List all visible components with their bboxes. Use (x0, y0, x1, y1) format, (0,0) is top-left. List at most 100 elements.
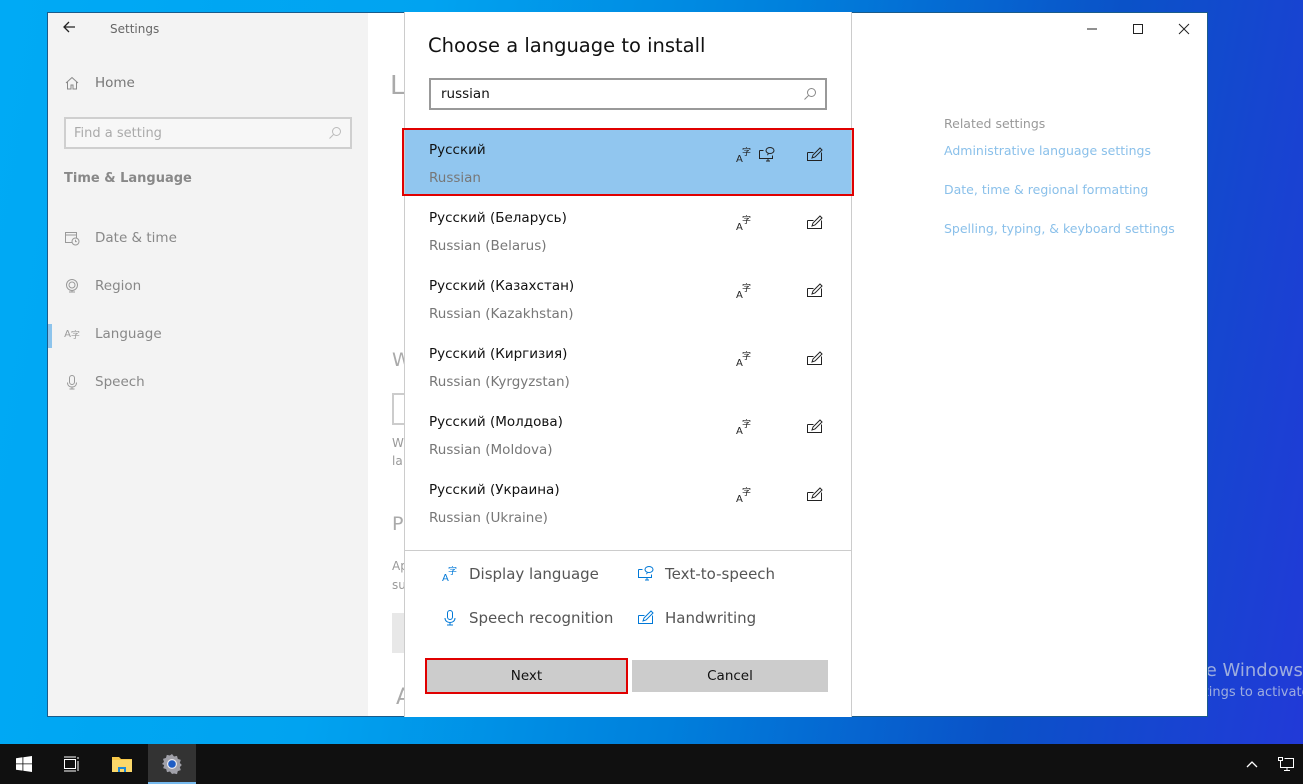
legend-display-language: A字 Display language (441, 565, 599, 583)
file-explorer-button[interactable] (98, 744, 146, 784)
dialog-title: Choose a language to install (428, 34, 706, 57)
handwriting-icon (806, 350, 824, 368)
minimize-icon (1087, 28, 1097, 29)
language-list-item[interactable]: Русский (Молдова) Russian (Moldova) A 字 (405, 400, 851, 468)
sidebar-item-speech[interactable]: Speech (48, 367, 368, 397)
find-setting-box[interactable] (64, 117, 352, 149)
handwriting-icon (638, 610, 654, 624)
legend-text-to-speech: Text-to-speech (637, 565, 775, 583)
svg-text:字: 字 (448, 565, 457, 577)
home-icon (65, 76, 79, 90)
sidebar-item-language[interactable]: A字 Language (48, 319, 368, 349)
display-language-icon: A字 (735, 146, 753, 165)
globe-icon (64, 278, 80, 294)
home-label: Home (95, 75, 135, 91)
language-english-name: Russian (Moldova) (429, 442, 553, 458)
language-list-item[interactable]: Русский (Казахстан) Russian (Kazakhstan) A… (405, 264, 851, 332)
next-button[interactable]: Next (425, 658, 628, 694)
sidebar-item-label: Date & time (95, 230, 177, 246)
network-icon (1278, 757, 1294, 771)
language-list-item[interactable]: Русский (Украина) Russian (Ukraine) A 字 (405, 468, 851, 536)
minimize-button[interactable] (1069, 13, 1115, 44)
svg-text:字: 字 (742, 282, 751, 294)
date-time-regional-link[interactable]: Date, time & regional formatting (944, 182, 1148, 197)
sidebar-item-label: Language (95, 326, 162, 342)
display-language-icon: A字 (735, 486, 753, 505)
text-to-speech-icon (758, 146, 776, 164)
svg-text:字: 字 (742, 486, 751, 498)
language-english-name: Russian (Kazakhstan) (429, 306, 574, 322)
legend-label: Speech recognition (469, 609, 614, 627)
handwriting-icon (806, 146, 824, 164)
task-view-icon (64, 756, 79, 772)
legend-label: Display language (469, 565, 599, 583)
find-setting-input[interactable] (74, 125, 328, 141)
language-icon: A字 (64, 328, 80, 341)
handwriting-icon (806, 486, 824, 504)
section-title: Time & Language (64, 171, 192, 186)
display-language-icon: A字 (442, 565, 457, 583)
language-list-item[interactable]: Русский Russian A 字 (402, 128, 854, 196)
language-list: Русский Russian A 字 Русский (Беларусь) Russia… (402, 128, 854, 536)
language-list-item[interactable]: Русский (Беларусь) Russian (Belarus) A 字 (405, 196, 851, 264)
display-language-icon: A字 (735, 214, 753, 233)
sidebar-item-home[interactable]: Home (64, 75, 135, 91)
microphone-icon (444, 610, 456, 626)
back-arrow-icon (63, 21, 75, 33)
sidebar-item-label: Speech (95, 374, 145, 390)
related-settings-title: Related settings (944, 116, 1046, 131)
search-icon (804, 88, 816, 100)
sidebar-item-date-time[interactable]: Date & time (48, 223, 368, 253)
start-button[interactable] (0, 744, 48, 784)
handwriting-icon (806, 418, 824, 436)
gear-icon (162, 754, 182, 775)
display-language-icon: A字 (735, 418, 753, 437)
spelling-typing-keyboard-link[interactable]: Spelling, typing, & keyboard settings (944, 221, 1175, 236)
close-icon (1178, 23, 1190, 34)
legend-label: Text-to-speech (665, 565, 776, 583)
show-hidden-icons-button[interactable] (1240, 744, 1264, 784)
display-language-icon: A字 (735, 350, 753, 369)
display-desc-line2-partial: la (392, 454, 403, 468)
back-button[interactable] (62, 19, 82, 39)
sidebar-item-label: Region (95, 278, 142, 294)
language-native-name: Русский (429, 142, 486, 158)
display-language-icon: A字 (735, 282, 753, 301)
handwriting-icon (806, 282, 824, 300)
maximize-button[interactable] (1115, 13, 1161, 44)
language-search-input[interactable] (441, 86, 803, 102)
language-english-name: Russian (429, 170, 481, 186)
microphone-icon (64, 374, 80, 390)
language-native-name: Русский (Молдова) (429, 414, 563, 430)
divider (405, 550, 851, 551)
language-list-item[interactable]: Русский (Киргизия) Russian (Kyrgyzstan) A 字 (405, 332, 851, 400)
task-view-button[interactable] (48, 744, 96, 784)
svg-text:字: 字 (742, 146, 751, 158)
choose-language-dialog: Choose a language to install Русский Russ… (402, 12, 854, 717)
admin-language-settings-link[interactable]: Administrative language settings (944, 143, 1151, 158)
folder-icon (112, 757, 132, 772)
windows-logo-icon (16, 756, 32, 772)
settings-taskbar-button[interactable] (148, 744, 196, 784)
language-english-name: Russian (Kyrgyzstan) (429, 374, 570, 390)
language-english-name: Russian (Belarus) (429, 238, 547, 254)
legend-label: Handwriting (665, 609, 757, 627)
sidebar-item-region[interactable]: Region (48, 271, 368, 301)
calendar-clock-icon (64, 230, 80, 246)
svg-text:字: 字 (742, 350, 751, 362)
network-button[interactable] (1268, 744, 1303, 784)
cancel-button[interactable]: Cancel (632, 660, 828, 692)
search-icon (329, 127, 341, 139)
taskbar (0, 744, 1303, 784)
language-native-name: Русский (Киргизия) (429, 346, 568, 362)
legend-handwriting: Handwriting (637, 609, 756, 627)
page-title-partial: L (390, 71, 405, 101)
maximize-icon (1133, 23, 1143, 34)
legend-speech-recognition: Speech recognition (441, 609, 613, 627)
caption-buttons (1069, 13, 1207, 44)
chevron-up-icon (1246, 761, 1258, 768)
close-button[interactable] (1161, 13, 1207, 44)
language-native-name: Русский (Украина) (429, 482, 560, 498)
language-native-name: Русский (Беларусь) (429, 210, 567, 226)
language-search-box[interactable] (429, 78, 827, 110)
